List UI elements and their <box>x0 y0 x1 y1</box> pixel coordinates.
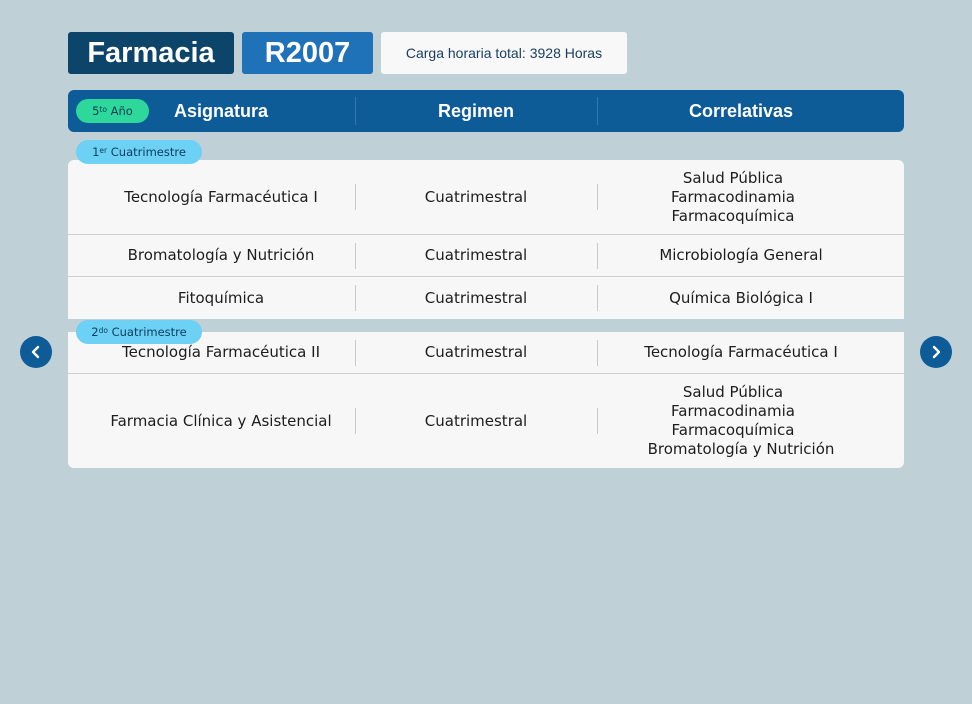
subject-cell: Tecnología Farmacéutica I <box>124 187 318 206</box>
chevron-right-icon <box>932 345 941 359</box>
semester-number: 2 <box>91 325 99 339</box>
prereq-item: Tecnología Farmacéutica I <box>644 343 838 361</box>
year-badge: 5 to Año <box>76 99 149 123</box>
semester-badge-1: 1 er Cuatrimestre <box>76 140 202 164</box>
next-button[interactable] <box>920 336 952 368</box>
table-row: Farmacia Clínica y Asistencial Cuatrimes… <box>68 374 904 468</box>
semester-badge-2: 2 do Cuatrimestre <box>76 320 202 344</box>
prereqs-cell: Salud Pública Farmacodinamia Farmacoquím… <box>597 374 885 468</box>
regime-cell: Cuatrimestral <box>424 343 528 361</box>
total-hours: Carga horaria total: 3928 Horas <box>381 32 627 74</box>
column-header-regime: Regimen <box>437 100 515 121</box>
prereq-item: Microbiología General <box>659 246 823 264</box>
prereqs-cell: Tecnología Farmacéutica I <box>597 332 885 373</box>
column-header-prereqs: Correlativas <box>688 100 794 121</box>
prereq-item: Farmacoquímica <box>671 421 795 439</box>
table-row: Fitoquímica Cuatrimestral Química Biológ… <box>68 277 904 319</box>
semester-ordinal: er <box>99 145 108 155</box>
subject-cell: Farmacia Clínica y Asistencial <box>110 411 332 430</box>
prereq-item: Salud Pública <box>682 383 784 401</box>
year-ordinal: to <box>99 104 107 114</box>
prereq-item: Farmacoquímica <box>671 206 795 225</box>
plan-code: R2007 <box>242 32 373 74</box>
semester-label: Cuatrimestre <box>111 325 187 339</box>
subject-cell: Bromatología y Nutrición <box>127 246 315 264</box>
prereq-item: Farmacodinamia <box>671 187 795 206</box>
regime-cell: Cuatrimestral <box>424 246 528 264</box>
table-body: Tecnología Farmacéutica I Cuatrimestral … <box>68 160 904 468</box>
subject-cell: Fitoquímica <box>177 288 265 307</box>
semester-number: 1 <box>92 145 100 159</box>
previous-button[interactable] <box>20 336 52 368</box>
career-title: Farmacia <box>68 32 234 74</box>
prereq-item: Farmacodinamia <box>671 402 795 420</box>
prereq-item: Bromatología y Nutrición <box>647 440 835 458</box>
total-hours-label: Carga horaria total: <box>405 45 526 61</box>
regime-cell: Cuatrimestral <box>424 187 528 206</box>
table-row: Bromatología y Nutrición Cuatrimestral M… <box>68 235 904 277</box>
table-header: 5 to Año Asignatura Regimen Correlativas <box>68 90 904 132</box>
column-header-subject: Asignatura <box>173 100 269 121</box>
year-number: 5 <box>92 104 100 118</box>
total-hours-value: 3928 Horas <box>529 45 603 61</box>
regime-cell: Cuatrimestral <box>424 411 528 430</box>
chevron-left-icon <box>31 345 40 359</box>
semester-ordinal: do <box>98 325 108 335</box>
year-word: Año <box>110 104 133 118</box>
regime-cell: Cuatrimestral <box>424 288 528 307</box>
prereqs-cell: Microbiología General <box>597 235 885 276</box>
table-row: Tecnología Farmacéutica I Cuatrimestral … <box>68 160 904 235</box>
prereqs-cell: Química Biológica I <box>597 277 885 319</box>
semester-label: Cuatrimestre <box>110 145 186 159</box>
prereq-item: Química Biológica I <box>669 288 813 307</box>
prereqs-cell: Salud Pública Farmacodinamia Farmacoquím… <box>589 160 877 234</box>
prereq-item: Salud Pública <box>682 168 784 187</box>
